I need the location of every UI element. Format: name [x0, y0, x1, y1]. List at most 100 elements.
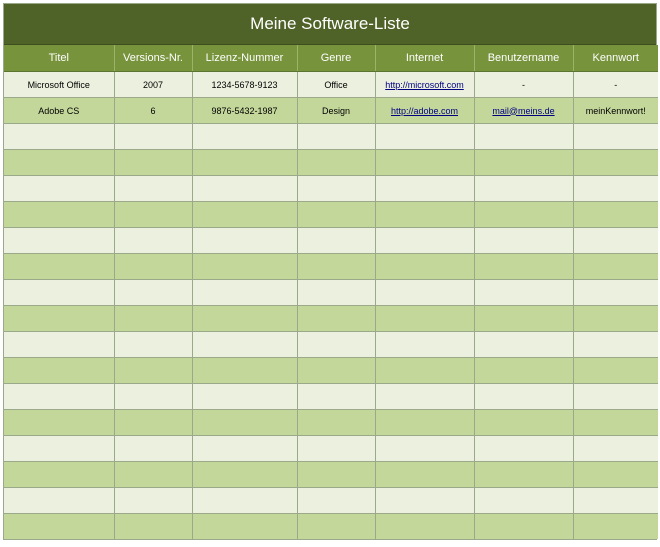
cell-genre[interactable]	[297, 357, 376, 384]
cell-titel[interactable]	[4, 487, 115, 514]
cell-versions-nr[interactable]: 6	[114, 97, 193, 124]
cell-titel[interactable]	[4, 331, 115, 358]
cell-titel[interactable]	[4, 435, 115, 462]
cell-versions-nr[interactable]	[114, 409, 193, 436]
cell-titel[interactable]	[4, 305, 115, 332]
cell-kennwort[interactable]	[573, 253, 658, 280]
cell-kennwort[interactable]	[573, 461, 658, 488]
cell-internet[interactable]	[375, 331, 475, 358]
cell-versions-nr[interactable]	[114, 149, 193, 176]
cell-genre[interactable]	[297, 149, 376, 176]
cell-internet[interactable]	[375, 409, 475, 436]
cell-genre[interactable]	[297, 201, 376, 228]
cell-benutzername[interactable]	[474, 357, 574, 384]
cell-genre[interactable]	[297, 279, 376, 306]
cell-lizenz-nummer[interactable]	[192, 331, 298, 358]
cell-kennwort[interactable]	[573, 331, 658, 358]
cell-versions-nr[interactable]	[114, 253, 193, 280]
cell-internet[interactable]	[375, 175, 475, 202]
cell-link[interactable]: mail@meins.de	[492, 106, 554, 116]
cell-lizenz-nummer[interactable]	[192, 357, 298, 384]
cell-benutzername[interactable]	[474, 461, 574, 488]
cell-genre[interactable]: Office	[297, 71, 376, 98]
cell-titel[interactable]	[4, 279, 115, 306]
cell-versions-nr[interactable]	[114, 487, 193, 514]
cell-kennwort[interactable]	[573, 513, 658, 539]
cell-link[interactable]: http://microsoft.com	[385, 80, 464, 90]
cell-internet[interactable]	[375, 123, 475, 150]
cell-versions-nr[interactable]	[114, 461, 193, 488]
cell-genre[interactable]	[297, 435, 376, 462]
cell-versions-nr[interactable]	[114, 279, 193, 306]
column-header-kennwort[interactable]: Kennwort	[573, 45, 658, 72]
cell-benutzername[interactable]	[474, 487, 574, 514]
cell-kennwort[interactable]: -	[573, 71, 658, 98]
cell-lizenz-nummer[interactable]	[192, 461, 298, 488]
cell-lizenz-nummer[interactable]	[192, 227, 298, 254]
cell-titel[interactable]: Microsoft Office	[4, 71, 115, 98]
cell-internet[interactable]	[375, 201, 475, 228]
cell-lizenz-nummer[interactable]	[192, 409, 298, 436]
cell-lizenz-nummer[interactable]: 1234-5678-9123	[192, 71, 298, 98]
cell-internet[interactable]	[375, 383, 475, 410]
cell-versions-nr[interactable]	[114, 123, 193, 150]
cell-internet[interactable]	[375, 227, 475, 254]
cell-internet[interactable]	[375, 305, 475, 332]
cell-benutzername[interactable]	[474, 175, 574, 202]
cell-kennwort[interactable]	[573, 279, 658, 306]
cell-link[interactable]: http://adobe.com	[391, 106, 458, 116]
cell-lizenz-nummer[interactable]: 9876-5432-1987	[192, 97, 298, 124]
cell-kennwort[interactable]	[573, 383, 658, 410]
cell-kennwort[interactable]	[573, 357, 658, 384]
cell-internet[interactable]	[375, 357, 475, 384]
cell-internet[interactable]: http://microsoft.com	[375, 71, 475, 98]
cell-kennwort[interactable]	[573, 175, 658, 202]
cell-versions-nr[interactable]	[114, 357, 193, 384]
cell-lizenz-nummer[interactable]	[192, 175, 298, 202]
cell-titel[interactable]	[4, 227, 115, 254]
cell-titel[interactable]	[4, 461, 115, 488]
cell-kennwort[interactable]	[573, 227, 658, 254]
cell-kennwort[interactable]	[573, 149, 658, 176]
cell-versions-nr[interactable]	[114, 227, 193, 254]
cell-genre[interactable]: Design	[297, 97, 376, 124]
cell-versions-nr[interactable]	[114, 305, 193, 332]
cell-titel[interactable]	[4, 513, 115, 539]
cell-titel[interactable]	[4, 201, 115, 228]
cell-internet[interactable]	[375, 435, 475, 462]
cell-titel[interactable]	[4, 149, 115, 176]
cell-lizenz-nummer[interactable]	[192, 487, 298, 514]
cell-versions-nr[interactable]	[114, 175, 193, 202]
column-header-lizenz-nummer[interactable]: Lizenz-Nummer	[192, 45, 298, 72]
cell-benutzername[interactable]	[474, 435, 574, 462]
cell-benutzername[interactable]	[474, 253, 574, 280]
cell-genre[interactable]	[297, 175, 376, 202]
cell-versions-nr[interactable]: 2007	[114, 71, 193, 98]
cell-genre[interactable]	[297, 383, 376, 410]
cell-genre[interactable]	[297, 461, 376, 488]
cell-genre[interactable]	[297, 513, 376, 539]
cell-lizenz-nummer[interactable]	[192, 253, 298, 280]
cell-titel[interactable]	[4, 409, 115, 436]
cell-internet[interactable]	[375, 149, 475, 176]
cell-genre[interactable]	[297, 487, 376, 514]
cell-versions-nr[interactable]	[114, 383, 193, 410]
cell-titel[interactable]	[4, 253, 115, 280]
cell-benutzername[interactable]: mail@meins.de	[474, 97, 574, 124]
cell-internet[interactable]	[375, 487, 475, 514]
cell-benutzername[interactable]: -	[474, 71, 574, 98]
column-header-benutzername[interactable]: Benutzername	[474, 45, 574, 72]
cell-kennwort[interactable]	[573, 305, 658, 332]
cell-benutzername[interactable]	[474, 149, 574, 176]
cell-kennwort[interactable]	[573, 409, 658, 436]
cell-titel[interactable]	[4, 175, 115, 202]
cell-lizenz-nummer[interactable]	[192, 201, 298, 228]
cell-genre[interactable]	[297, 409, 376, 436]
column-header-titel[interactable]: Titel	[4, 45, 115, 72]
cell-genre[interactable]	[297, 123, 376, 150]
cell-benutzername[interactable]	[474, 227, 574, 254]
cell-lizenz-nummer[interactable]	[192, 383, 298, 410]
cell-kennwort[interactable]	[573, 123, 658, 150]
cell-lizenz-nummer[interactable]	[192, 149, 298, 176]
cell-lizenz-nummer[interactable]	[192, 435, 298, 462]
